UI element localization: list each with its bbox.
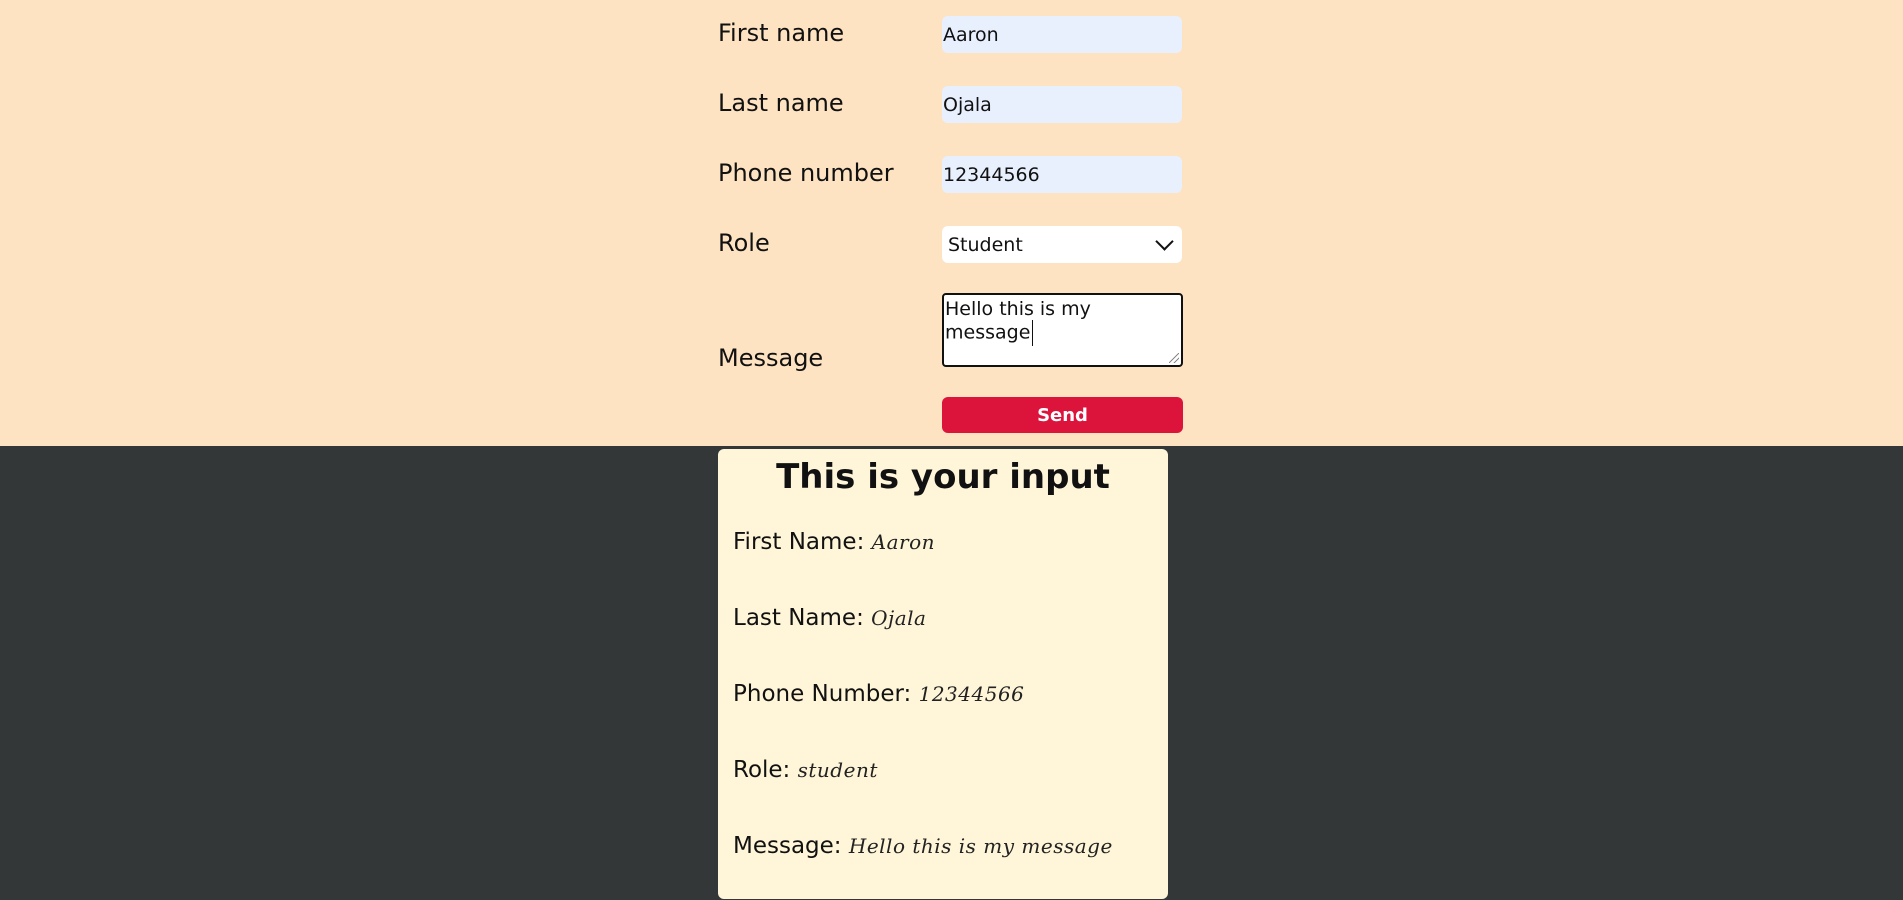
- role-label: Role: [718, 229, 770, 257]
- output-last-name-value: Ojala: [871, 606, 927, 630]
- message-label: Message: [718, 344, 824, 372]
- phone-input[interactable]: [942, 156, 1182, 193]
- output-title: This is your input: [776, 457, 1110, 497]
- output-last-name-label: Last Name:: [733, 605, 864, 631]
- output-first-name: First Name: Aaron: [733, 529, 935, 555]
- output-last-name: Last Name: Ojala: [733, 605, 926, 631]
- phone-label: Phone number: [718, 159, 894, 187]
- form-section: First name Last name Phone number Role S…: [0, 0, 1903, 446]
- output-phone: Phone Number: 12344566: [733, 681, 1024, 707]
- resize-handle-icon[interactable]: [1169, 353, 1179, 363]
- role-select-value: Student: [948, 233, 1023, 256]
- message-text: Hello this is my message: [945, 298, 1091, 344]
- output-message-label: Message:: [733, 833, 842, 859]
- output-card: This is your input First Name: Aaron Las…: [718, 449, 1168, 899]
- role-select[interactable]: Student: [942, 226, 1182, 263]
- output-first-name-label: First Name:: [733, 529, 865, 555]
- output-role-value: student: [797, 758, 878, 782]
- output-message-value: Hello this is my message: [848, 834, 1113, 858]
- chevron-down-icon: [1155, 232, 1174, 251]
- output-role-label: Role:: [733, 757, 791, 783]
- first-name-input[interactable]: [942, 16, 1182, 53]
- message-textarea[interactable]: Hello this is my message: [942, 293, 1183, 367]
- output-role: Role: student: [733, 757, 878, 783]
- last-name-label: Last name: [718, 89, 844, 117]
- output-phone-label: Phone Number:: [733, 681, 912, 707]
- text-caret: [1032, 320, 1034, 346]
- send-button[interactable]: Send: [942, 397, 1183, 433]
- output-message: Message: Hello this is my message: [733, 833, 1113, 859]
- first-name-label: First name: [718, 19, 845, 47]
- output-phone-value: 12344566: [918, 682, 1025, 706]
- output-first-name-value: Aaron: [871, 530, 935, 554]
- last-name-input[interactable]: [942, 86, 1182, 123]
